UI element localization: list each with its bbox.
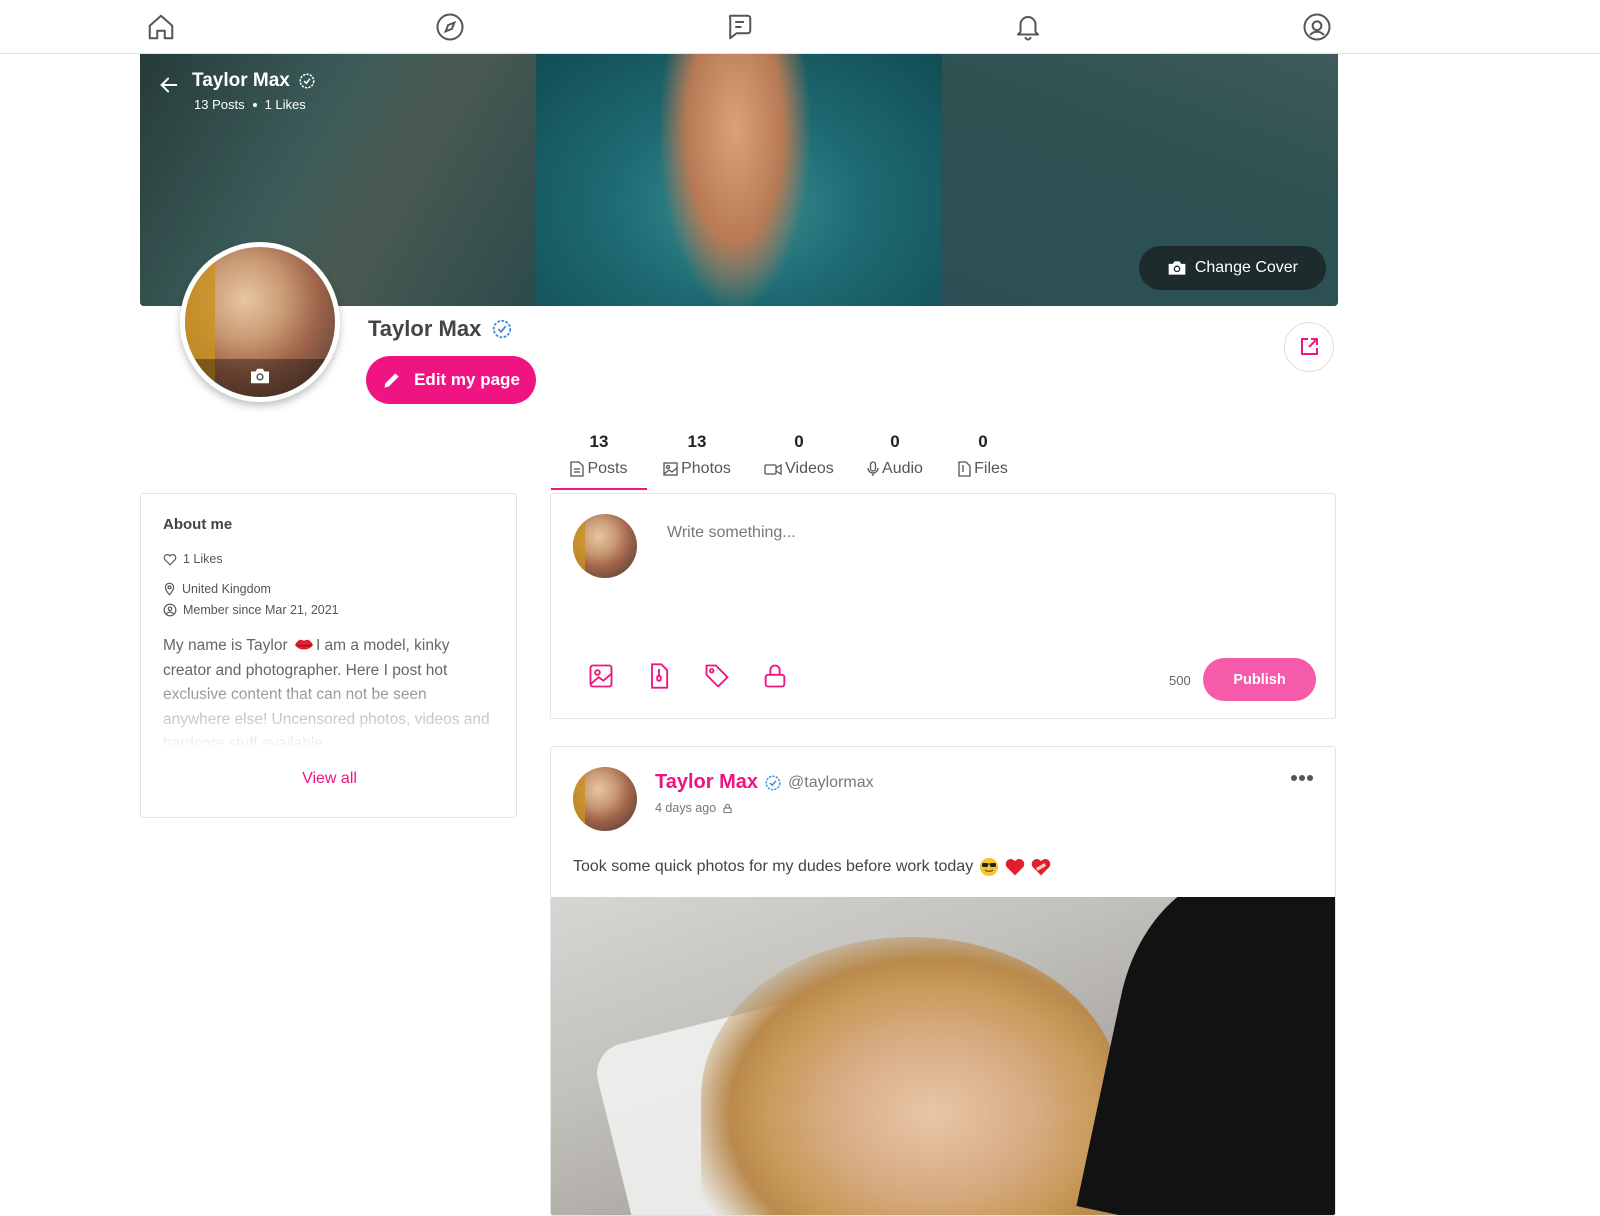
profile-name: Taylor Max: [368, 316, 513, 342]
separator-dot: [252, 102, 257, 107]
post-composer: 500 Publish: [550, 493, 1336, 719]
back-arrow-icon[interactable]: [158, 74, 180, 96]
about-member-text: Member since Mar 21, 2021: [183, 603, 339, 617]
tab-audio[interactable]: 0 Audio: [851, 428, 939, 490]
messages-icon[interactable]: [722, 10, 756, 44]
notifications-icon[interactable]: [1011, 10, 1045, 44]
post-image[interactable]: [551, 897, 1335, 1215]
likes-stat: 1 Likes: [264, 97, 306, 112]
home-icon[interactable]: [144, 10, 178, 44]
verified-icon: [298, 72, 316, 90]
tab-label: Videos: [785, 460, 834, 477]
pencil-icon: [382, 370, 402, 390]
tab-videos[interactable]: 0 Videos: [747, 428, 851, 490]
about-title: About me: [163, 516, 233, 533]
composer-avatar: [573, 514, 637, 578]
edit-page-label: Edit my page: [414, 370, 520, 389]
tab-label: Photos: [681, 460, 731, 477]
camera-icon[interactable]: [249, 367, 271, 385]
microphone-icon: [867, 461, 879, 476]
posts-stat: 13 Posts: [194, 97, 245, 112]
post-author-avatar[interactable]: [573, 767, 637, 831]
lips-emoji-icon: [294, 637, 314, 653]
tab-label: Files: [974, 460, 1008, 477]
share-button[interactable]: [1284, 322, 1334, 372]
post-author-handle[interactable]: @taylormax: [788, 774, 874, 792]
about-likes: 1 Likes: [163, 552, 223, 566]
post-timestamp: 4 days ago: [655, 801, 733, 815]
location-pin-icon: [164, 582, 175, 596]
verified-icon: [491, 318, 513, 340]
image-icon: [663, 462, 678, 476]
profile-name-text: Taylor Max: [368, 316, 482, 341]
tab-photos[interactable]: 13 Photos: [647, 428, 747, 490]
post-card: Taylor Max @taylormax 4 days ago Took so…: [550, 746, 1336, 1216]
image-upload-icon[interactable]: [587, 662, 615, 690]
lock-icon[interactable]: [761, 662, 789, 690]
price-tag-icon[interactable]: [703, 662, 731, 690]
change-cover-button[interactable]: Change Cover: [1138, 246, 1326, 290]
file-icon: [958, 461, 971, 477]
post-time-text: 4 days ago: [655, 801, 717, 815]
tab-count: 13: [589, 432, 609, 451]
cover-stats: 13 Posts 1 Likes: [194, 97, 306, 112]
post-text-input[interactable]: [667, 524, 1287, 542]
tab-count: 0: [890, 432, 900, 451]
cover-title: Taylor Max: [192, 70, 316, 92]
video-camera-icon: [764, 463, 782, 475]
explore-icon[interactable]: [433, 10, 467, 44]
share-icon: [1297, 335, 1321, 359]
tab-count: 0: [794, 432, 804, 451]
sunglasses-emoji-icon: [979, 857, 999, 877]
bio-text-start: My name is Taylor: [163, 637, 288, 654]
user-circle-icon: [163, 603, 177, 617]
heart-bandage-emoji-icon: [1031, 857, 1051, 877]
camera-icon: [1167, 259, 1187, 277]
publish-button[interactable]: Publish: [1203, 658, 1316, 701]
tab-files[interactable]: 0 Files: [939, 428, 1027, 490]
about-bio: My name is Taylor I am a model, kinky cr…: [163, 634, 493, 746]
post-caption-text: Took some quick photos for my dudes befo…: [573, 858, 974, 875]
tab-label: Posts: [587, 460, 628, 477]
profile-avatar[interactable]: [180, 242, 340, 402]
top-navigation: [0, 0, 1600, 54]
document-icon: [570, 461, 585, 477]
file-attach-icon[interactable]: [645, 662, 673, 690]
view-all-link[interactable]: View all: [141, 770, 518, 788]
tab-count: 13: [687, 432, 707, 451]
change-cover-label: Change Cover: [1194, 259, 1298, 276]
about-location: United Kingdom: [163, 582, 271, 596]
character-count: 500: [1169, 673, 1191, 688]
about-card: About me 1 Likes United Kingdom Member s…: [140, 493, 517, 818]
post-author-name[interactable]: Taylor Max: [655, 771, 758, 794]
edit-page-button[interactable]: Edit my page: [366, 356, 536, 404]
about-likes-text: 1 Likes: [183, 552, 223, 566]
post-author: Taylor Max @taylormax: [655, 771, 874, 794]
tab-label: Audio: [882, 460, 923, 477]
cover-name-text: Taylor Max: [192, 70, 290, 91]
red-heart-emoji-icon: [1005, 857, 1025, 877]
content-tabs: 13 Posts 13 Photos 0 Videos 0 Audio 0 Fi…: [551, 428, 1027, 492]
tab-count: 0: [978, 432, 988, 451]
more-options-icon[interactable]: [1289, 771, 1315, 785]
heart-icon: [163, 553, 177, 566]
verified-icon: [764, 774, 782, 792]
account-icon[interactable]: [1300, 10, 1334, 44]
lock-icon: [723, 803, 732, 813]
about-location-text: United Kingdom: [182, 582, 271, 596]
about-member-since: Member since Mar 21, 2021: [163, 603, 339, 617]
post-caption: Took some quick photos for my dudes befo…: [573, 857, 1051, 877]
tab-posts[interactable]: 13 Posts: [551, 428, 647, 490]
